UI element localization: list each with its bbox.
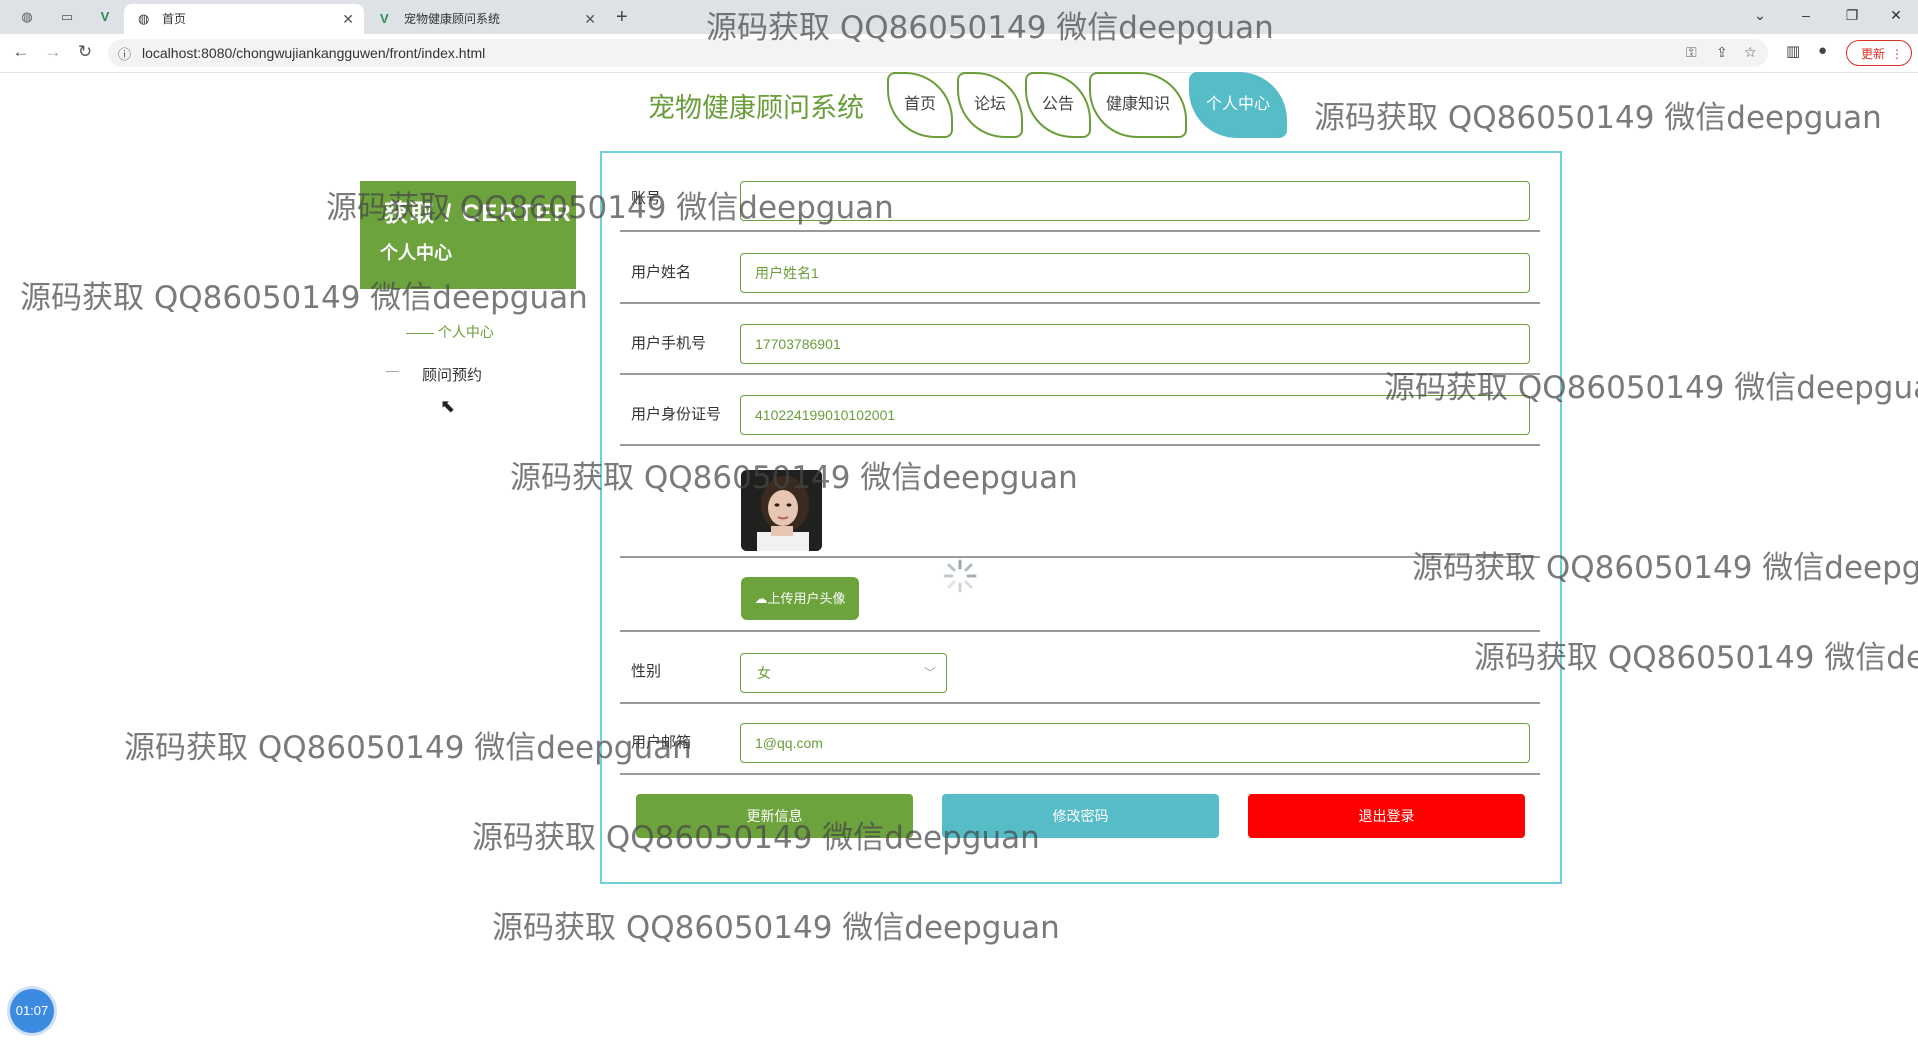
- globe-icon[interactable]: ◍: [18, 8, 36, 26]
- new-tab-button[interactable]: +: [616, 6, 628, 29]
- username-label: 用户姓名: [631, 264, 692, 281]
- close-icon[interactable]: ✕: [342, 4, 354, 34]
- url-text: localhost:8080/chongwujiankangguwen/fron…: [142, 45, 486, 61]
- tab-label: 宠物健康顾问系统: [404, 12, 501, 26]
- menu-dots-icon: ⋮: [1891, 47, 1903, 61]
- site-title: 宠物健康顾问系统: [648, 93, 864, 123]
- tab-home[interactable]: ◍ 首页 ✕: [124, 4, 364, 34]
- divider: [620, 556, 1540, 558]
- watermark-text: 源码获取 QQ86050149 微信deepguan: [124, 730, 692, 766]
- email-field[interactable]: 1@qq.com: [740, 723, 1530, 763]
- cloud-upload-icon: ☁: [754, 591, 768, 606]
- username-field[interactable]: 用户姓名1: [740, 253, 1530, 293]
- nav-forum[interactable]: 论坛: [957, 72, 1023, 138]
- divider: [620, 302, 1540, 304]
- restore-icon[interactable]: ❐: [1832, 4, 1872, 26]
- tab-pet-system[interactable]: V 宠物健康顾问系统 ✕: [366, 4, 606, 34]
- vue-icon: V: [380, 11, 389, 26]
- sidebar-header-subtitle: 个人中心: [380, 243, 452, 263]
- divider: [620, 773, 1540, 775]
- update-browser-button[interactable]: 更新 ⋮: [1846, 40, 1912, 66]
- phone-label: 用户手机号: [631, 335, 707, 352]
- close-window-icon[interactable]: ✕: [1876, 4, 1916, 26]
- info-icon[interactable]: ⓘ: [118, 44, 131, 63]
- upload-avatar-button[interactable]: ☁上传用户头像: [741, 577, 859, 620]
- forward-icon[interactable]: →: [42, 42, 64, 62]
- back-icon[interactable]: ←: [10, 42, 32, 62]
- watermark-text: 源码获取 QQ86050149 微信deepguan: [1384, 370, 1918, 406]
- blank-tab-icon[interactable]: ▭: [58, 8, 76, 26]
- chevron-down-icon: ﹀: [923, 666, 936, 680]
- nav-notice[interactable]: 公告: [1025, 72, 1091, 138]
- watermark-text: 源码获取 QQ86050149 微信deepguan: [326, 190, 894, 226]
- globe-icon: ◍: [138, 11, 150, 26]
- divider: [620, 702, 1540, 704]
- divider: [620, 630, 1540, 632]
- divider: [620, 444, 1540, 446]
- nav-health-knowledge[interactable]: 健康知识: [1089, 72, 1187, 138]
- dash-icon: —: [386, 363, 399, 378]
- nav-personal-center[interactable]: 个人中心: [1189, 72, 1287, 138]
- gender-value: 女: [757, 665, 771, 681]
- watermark-text: 源码获取 QQ86050149 微信deepguan: [492, 910, 1060, 946]
- watermark-text: 源码获取 QQ86050149 微信deepguan: [510, 460, 1078, 496]
- watermark-text: 源码获取 QQ86050149 微信deepguan: [706, 10, 1274, 46]
- star-icon[interactable]: ☆: [1744, 44, 1757, 61]
- upload-avatar-label: 上传用户头像: [767, 591, 846, 606]
- gender-select[interactable]: 女 ﹀: [740, 653, 947, 693]
- close-icon[interactable]: ✕: [584, 4, 596, 34]
- watermark-text: 源码获取 QQ86050149 微信deepguan: [472, 820, 1040, 856]
- tab-label: 首页: [162, 12, 187, 26]
- gender-label: 性别: [631, 663, 662, 680]
- reload-icon[interactable]: ↻: [74, 42, 96, 62]
- profile-icon[interactable]: ●: [1818, 42, 1827, 59]
- share-icon[interactable]: ⇪: [1716, 44, 1728, 61]
- watermark-text: 源码获取 QQ86050149 微信deepguan: [1474, 640, 1918, 676]
- logout-button[interactable]: 退出登录: [1248, 794, 1525, 838]
- chevron-down-icon[interactable]: ⌄: [1740, 4, 1780, 26]
- vue-icon[interactable]: V: [96, 8, 114, 26]
- nav-home[interactable]: 首页: [887, 72, 953, 138]
- recording-timer: 01:07: [10, 989, 54, 1033]
- divider: [620, 230, 1540, 232]
- minimize-icon[interactable]: –: [1786, 4, 1826, 26]
- id-card-label: 用户身份证号: [631, 406, 722, 423]
- sidebar-item-appointment[interactable]: 顾问预约: [422, 364, 482, 385]
- sidebar-icon[interactable]: ▥: [1786, 42, 1800, 60]
- sidebar-item-personal-center[interactable]: —— 个人中心: [406, 322, 494, 342]
- watermark-text: 源码获取 QQ86050149 微信deepguan: [1412, 550, 1918, 586]
- watermark-text: 源码获取 QQ86050149 微信deepguan: [1314, 100, 1882, 136]
- watermark-text: 源码获取 QQ86050149 微信deepguan: [20, 280, 588, 316]
- loading-spinner-icon: [943, 559, 977, 593]
- key-icon[interactable]: ⚿: [1686, 44, 1697, 61]
- phone-field[interactable]: 17703786901: [740, 324, 1530, 364]
- mouse-cursor-icon: ⬉: [440, 396, 456, 416]
